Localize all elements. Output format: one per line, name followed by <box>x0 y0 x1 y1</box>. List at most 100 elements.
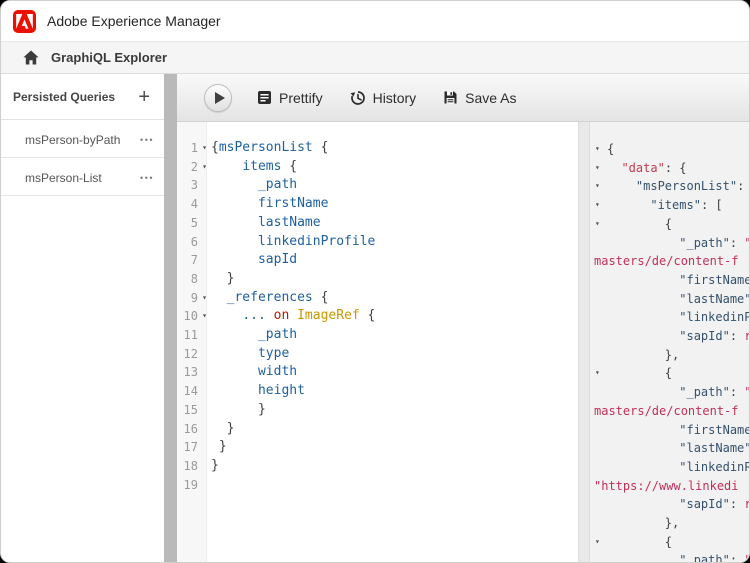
query-line: 10▾ ... on ImageRef { <box>177 307 578 326</box>
page-title: GraphiQL Explorer <box>51 50 167 65</box>
line-number: 17 <box>177 438 198 457</box>
fold-arrow-icon[interactable]: ▾ <box>198 158 211 177</box>
adobe-logo-icon <box>13 10 36 33</box>
query-line: 9▾ _references { <box>177 289 578 308</box>
result-code: "msPersonList": { <box>607 177 749 196</box>
app-title: Adobe Experience Manager <box>47 13 221 29</box>
sidebar-scrollbar[interactable] <box>164 74 177 562</box>
result-code: "linkedinP <box>607 308 749 327</box>
persisted-queries-panel: Persisted Queries + msPerson-byPath•••ms… <box>1 74 164 562</box>
result-line: masters/de/content-f <box>590 402 749 421</box>
result-code: }, <box>607 514 679 533</box>
query-menu-icon[interactable]: ••• <box>140 135 154 145</box>
result-line: ▾ "msPersonList": { <box>590 177 749 196</box>
line-number: 1 <box>177 139 198 158</box>
result-code: "data": { <box>607 159 687 178</box>
save-as-button[interactable]: Save As <box>443 90 516 106</box>
fold-arrow-icon[interactable]: ▾ <box>590 177 607 196</box>
result-code: { <box>607 140 614 159</box>
history-button[interactable]: History <box>350 90 417 106</box>
result-line: "_path": " <box>590 234 749 253</box>
fold-arrow-icon[interactable]: ▾ <box>590 533 607 552</box>
fold-arrow-icon[interactable]: ▾ <box>198 289 211 308</box>
query-line: 16 } <box>177 420 578 439</box>
query-line: 13 width <box>177 363 578 382</box>
result-line: ▾ { <box>590 215 749 234</box>
line-number: 18 <box>177 457 198 476</box>
line-number: 8 <box>177 270 198 289</box>
query-code: } <box>211 457 219 476</box>
query-code: _path <box>211 326 297 345</box>
result-code: "sapId": r <box>607 327 749 346</box>
play-icon <box>215 92 225 104</box>
line-number: 16 <box>177 420 198 439</box>
app-window: Adobe Experience Manager GraphiQL Explor… <box>0 0 750 563</box>
query-code: _references { <box>211 289 328 308</box>
prettify-button[interactable]: Prettify <box>257 90 323 106</box>
line-number: 19 <box>177 476 198 495</box>
result-line: "https://www.linkedi <box>590 477 749 496</box>
result-line: masters/de/content-f <box>590 252 749 271</box>
line-number: 14 <box>177 382 198 401</box>
result-line: "linkedinP <box>590 308 749 327</box>
execute-query-button[interactable] <box>204 84 232 112</box>
query-code: } <box>211 438 227 457</box>
result-line: "_path": " <box>590 383 749 402</box>
persisted-queries-list: msPerson-byPath•••msPerson-List••• <box>1 122 164 196</box>
query-line: 6 linkedinProfile <box>177 233 578 252</box>
query-line: 14 height <box>177 382 578 401</box>
result-code: "_path": " <box>607 383 749 402</box>
persisted-queries-title: Persisted Queries <box>13 90 115 104</box>
add-query-button[interactable]: + <box>138 87 150 107</box>
fold-arrow-icon[interactable]: ▾ <box>590 196 607 215</box>
query-line: 15 } <box>177 401 578 420</box>
fold-arrow-icon[interactable]: ▾ <box>198 139 211 158</box>
result-code: "https://www.linkedi <box>594 477 739 496</box>
graphiql-workspace: Prettify History <box>177 74 749 562</box>
history-label: History <box>373 90 417 106</box>
history-icon <box>350 90 366 106</box>
result-code: "lastName" <box>607 439 749 458</box>
line-number: 4 <box>177 195 198 214</box>
result-line: ▾{ <box>590 140 749 159</box>
fold-arrow-icon[interactable]: ▾ <box>590 159 607 178</box>
pane-resize-handle[interactable] <box>578 122 590 562</box>
result-code: masters/de/content-f <box>594 402 739 421</box>
fold-arrow-icon[interactable]: ▾ <box>198 307 211 326</box>
fold-arrow-icon[interactable]: ▾ <box>590 364 607 383</box>
query-code: {msPersonList { <box>211 139 328 158</box>
query-line: 5 lastName <box>177 214 578 233</box>
query-code: linkedinProfile <box>211 233 375 252</box>
query-line: 3 _path <box>177 176 578 195</box>
line-number: 12 <box>177 345 198 364</box>
query-code: sapId <box>211 251 297 270</box>
home-icon[interactable] <box>23 50 39 65</box>
query-code: _path <box>211 176 297 195</box>
query-code: firstName <box>211 195 328 214</box>
query-line: 12 type <box>177 345 578 364</box>
fold-arrow-icon[interactable]: ▾ <box>590 215 607 234</box>
query-line: 8 } <box>177 270 578 289</box>
query-editor[interactable]: 1▾{msPersonList {2▾ items {3 _path4 firs… <box>177 122 578 562</box>
persisted-query-item[interactable]: msPerson-byPath ••• <box>1 122 164 158</box>
result-line: "lastName" <box>590 290 749 309</box>
fold-arrow-icon[interactable]: ▾ <box>590 140 607 159</box>
line-number: 6 <box>177 233 198 252</box>
result-line: "lastName" <box>590 439 749 458</box>
query-code: lastName <box>211 214 321 233</box>
save-as-label: Save As <box>465 90 516 106</box>
result-code: "lastName" <box>607 290 749 309</box>
nav-bar: GraphiQL Explorer <box>1 42 749 74</box>
panes: 1▾{msPersonList {2▾ items {3 _path4 firs… <box>177 122 749 562</box>
result-code: }, <box>607 346 679 365</box>
result-line: "sapId": r <box>590 495 749 514</box>
persisted-query-label: msPerson-byPath <box>25 133 120 147</box>
line-number: 7 <box>177 251 198 270</box>
result-code: "linkedinP <box>607 458 749 477</box>
result-viewer: ▾{▾ "data": {▾ "msPersonList": {▾ "items… <box>590 122 749 562</box>
persisted-query-item[interactable]: msPerson-List••• <box>1 160 164 196</box>
line-number: 5 <box>177 214 198 233</box>
query-menu-icon[interactable]: ••• <box>140 173 154 183</box>
query-line: 19 <box>177 476 578 495</box>
result-line: "_path": " <box>590 551 749 562</box>
